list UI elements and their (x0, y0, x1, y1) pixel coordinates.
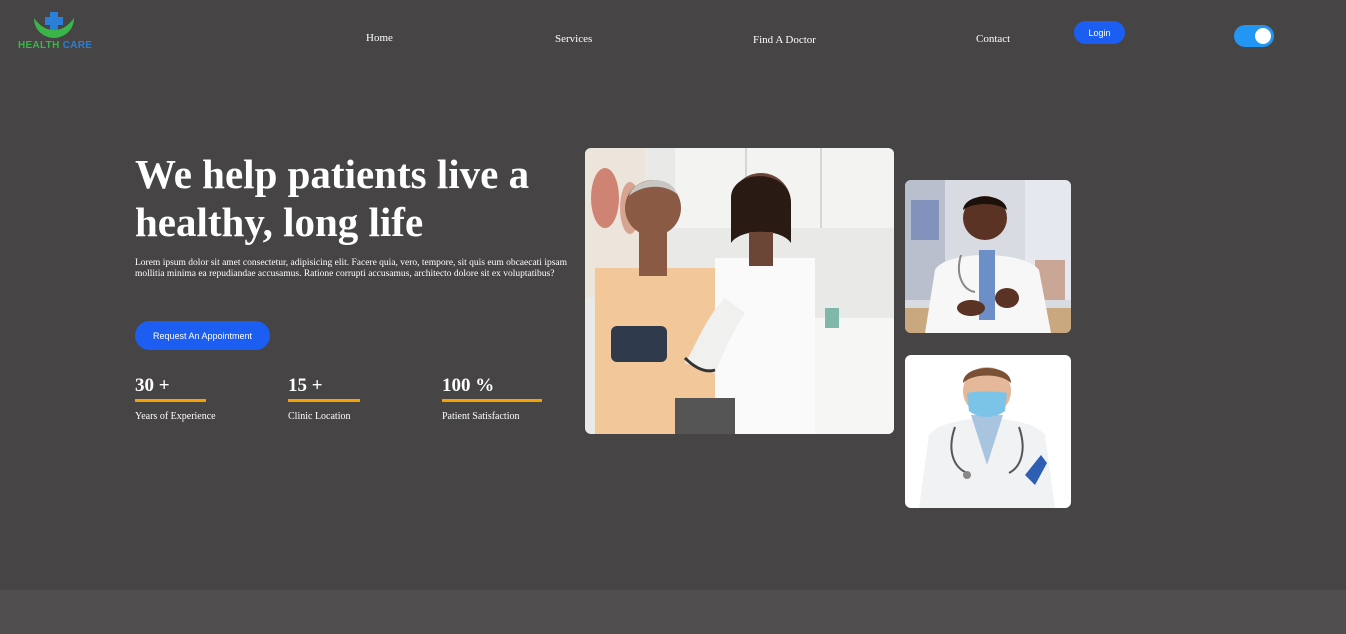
stat-value: 30 + (135, 375, 170, 396)
brand-logo[interactable]: HEALTH CARE (18, 10, 92, 56)
nav-link-home[interactable]: Home (366, 32, 393, 44)
login-button[interactable]: Login (1074, 21, 1125, 44)
stat-value: 100 % (442, 375, 495, 396)
caring-hands-cross-icon (34, 12, 74, 38)
stat-experience: 30 + Years of Experience (135, 375, 216, 422)
hero-title: We help patients live a healthy, long li… (135, 151, 530, 245)
footer-strip (0, 590, 1346, 634)
nav-link-services[interactable]: Services (555, 33, 592, 45)
nav-link-contact[interactable]: Contact (976, 33, 1010, 45)
brand-name: HEALTH CARE (18, 40, 92, 51)
doctor-wearing-mask-photo (905, 355, 1071, 508)
stat-label: Clinic Location (288, 411, 351, 422)
stat-clinic-locations: 15 + Clinic Location (288, 375, 360, 422)
stat-underline (135, 399, 206, 402)
stat-label: Years of Experience (135, 411, 216, 422)
nav-link-find-a-doctor[interactable]: Find A Doctor (753, 34, 816, 46)
brand-word-1: HEALTH (18, 40, 60, 51)
toggle-knob (1255, 28, 1271, 44)
stat-patient-satisfaction: 100 % Patient Satisfaction (442, 375, 542, 422)
stat-underline (442, 399, 542, 402)
stat-label: Patient Satisfaction (442, 411, 520, 422)
hero-description: Lorem ipsum dolor sit amet consectetur, … (135, 258, 568, 279)
theme-toggle[interactable] (1234, 25, 1274, 47)
navbar: HEALTH CARE Home Services Find A Doctor … (0, 0, 1346, 75)
stat-underline (288, 399, 360, 402)
request-appointment-button[interactable]: Request An Appointment (135, 321, 270, 350)
brand-word-2: CARE (62, 40, 93, 51)
stat-value: 15 + (288, 375, 323, 396)
doctor-measuring-patient-blood-pressure-photo (585, 148, 894, 434)
doctor-explaining-at-desk-photo (905, 180, 1071, 333)
